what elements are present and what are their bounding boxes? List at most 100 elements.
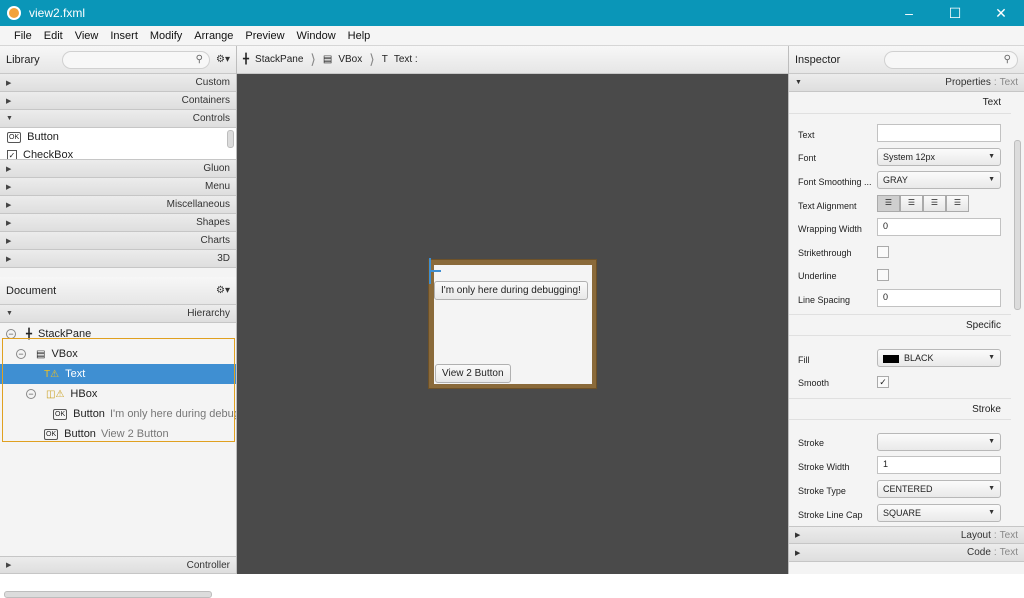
text-section-header: Text xyxy=(789,92,1011,114)
section-label: Code xyxy=(966,547,991,558)
expand-triangle-icon: ▶ xyxy=(6,201,12,209)
collapse-toggle-icon[interactable]: − xyxy=(16,349,26,359)
menu-help[interactable]: Help xyxy=(342,30,377,42)
vbox-preview[interactable]: I'm only here during debugging! View 2 B… xyxy=(434,265,592,384)
ok-button-icon: OK xyxy=(53,408,68,420)
menu-arrange[interactable]: Arrange xyxy=(188,30,239,42)
section-separator: : xyxy=(993,77,997,88)
window-title: view2.fxml xyxy=(29,6,86,20)
library-section-3d[interactable]: ▶ 3D xyxy=(0,250,236,268)
text-value-input[interactable] xyxy=(877,124,1001,142)
gear-icon[interactable]: ⚙▾ xyxy=(216,285,230,296)
properties-section[interactable]: ▼ Properties: Text xyxy=(789,74,1024,92)
library-section-shapes[interactable]: ▶ Shapes xyxy=(0,214,236,232)
hierarchy-horizontal-scrollbar[interactable] xyxy=(4,591,212,598)
fill-select[interactable]: BLACK ▼ xyxy=(877,349,1001,367)
breadcrumb-text[interactable]: T Text : xyxy=(382,54,418,65)
debug-button-preview[interactable]: I'm only here during debugging! xyxy=(434,281,588,300)
library-item-label: CheckBox xyxy=(23,149,74,160)
view-2-button-preview[interactable]: View 2 Button xyxy=(435,364,511,383)
fill-prop-label: Fill xyxy=(798,355,810,365)
tree-node-hbox[interactable]: − ◫⚠ HBox xyxy=(0,384,236,404)
breadcrumb-stackpane[interactable]: ╋ StackPane xyxy=(243,54,303,65)
ok-button-icon: OK xyxy=(44,428,59,440)
align-center-icon[interactable]: ☰ xyxy=(900,195,923,212)
controller-section[interactable]: ▶ Controller xyxy=(0,556,236,574)
underline-checkbox[interactable] xyxy=(877,269,889,281)
library-section-containers[interactable]: ▶ Containers xyxy=(0,92,236,110)
library-section-charts[interactable]: ▶ Charts xyxy=(0,232,236,250)
stroke-width-input[interactable]: 1 xyxy=(877,456,1001,474)
code-section[interactable]: ▶ Code: Text xyxy=(789,544,1024,562)
library-search-input[interactable]: ⚲ xyxy=(62,50,210,69)
left-panel: Library ⚲ ⚙▾ ▶ Custom ▶ Containers ▼ Contro… xyxy=(0,46,237,598)
menu-edit[interactable]: Edit xyxy=(38,30,69,42)
wrapping-width-input[interactable]: 0 xyxy=(877,218,1001,236)
tree-node-debug-button[interactable]: OK Button I'm only here during debugging… xyxy=(0,404,236,424)
breadcrumb-vbox[interactable]: ▤ VBox xyxy=(323,54,362,65)
menu-view[interactable]: View xyxy=(69,30,105,42)
expand-triangle-icon: ▶ xyxy=(6,237,12,245)
tree-node-text[interactable]: T⚠ Text xyxy=(0,364,236,384)
library-section-gluon[interactable]: ▶ Gluon xyxy=(0,160,236,178)
expand-triangle-icon: ▶ xyxy=(6,79,12,87)
font-smoothing-select[interactable]: GRAY ▼ xyxy=(877,171,1001,189)
maximize-button[interactable]: ☐ xyxy=(932,0,978,26)
menu-modify[interactable]: Modify xyxy=(144,30,188,42)
align-justify-icon[interactable]: ☰ xyxy=(946,195,969,212)
library-scrollbar[interactable] xyxy=(227,130,234,148)
app-icon xyxy=(7,6,21,20)
collapse-toggle-icon[interactable]: − xyxy=(26,389,36,399)
section-label: Charts xyxy=(200,235,230,246)
inspector-search-input[interactable]: ⚲ xyxy=(884,50,1018,69)
menu-insert[interactable]: Insert xyxy=(104,30,144,42)
layout-section[interactable]: ▶ Layout: Text xyxy=(789,526,1024,544)
chevron-right-icon: ⟩ xyxy=(369,51,375,67)
minimize-button[interactable]: – xyxy=(886,0,932,26)
menu-preview[interactable]: Preview xyxy=(239,30,290,42)
inspector-scrollbar[interactable] xyxy=(1014,140,1021,310)
expand-triangle-icon: ▶ xyxy=(6,219,12,227)
align-left-icon[interactable]: ☰ xyxy=(877,195,900,212)
stackpane-preview[interactable]: I'm only here during debugging! View 2 B… xyxy=(428,259,597,389)
expand-triangle-icon: ▶ xyxy=(795,549,801,557)
menu-file[interactable]: File xyxy=(8,30,38,42)
stroke-line-cap-select[interactable]: SQUARE ▼ xyxy=(877,504,1001,522)
library-item-button[interactable]: OK Button xyxy=(0,128,236,146)
smooth-prop-label: Smooth xyxy=(798,378,830,388)
gear-icon[interactable]: ⚙▾ xyxy=(216,54,230,65)
breadcrumb-label: VBox xyxy=(338,54,363,65)
library-item-checkbox[interactable]: ✓ CheckBox xyxy=(0,146,236,160)
menu-window[interactable]: Window xyxy=(291,30,342,42)
stroke-type-value: CENTERED xyxy=(883,484,933,494)
stackpane-icon: ╋ xyxy=(26,328,33,340)
tree-node-detail: I'm only here during debugging! xyxy=(109,408,236,420)
hierarchy-section[interactable]: ▼ Hierarchy xyxy=(0,305,236,323)
library-section-controls[interactable]: ▼ Controls xyxy=(0,110,236,128)
stroke-select[interactable]: ▼ xyxy=(877,433,1001,451)
close-button[interactable]: ✕ xyxy=(978,0,1024,26)
section-label: 3D xyxy=(217,253,230,264)
library-title: Library xyxy=(6,53,40,66)
tree-node-label: Button xyxy=(64,428,96,440)
tree-node-vbox[interactable]: − ▤ VBox xyxy=(0,344,236,364)
font-select[interactable]: System 12px ▼ xyxy=(877,148,1001,166)
chevron-right-icon: ⟩ xyxy=(310,51,316,67)
dropdown-arrow-icon: ▼ xyxy=(988,485,995,492)
library-section-menu[interactable]: ▶ Menu xyxy=(0,178,236,196)
fill-value: BLACK xyxy=(904,353,934,363)
smooth-checkbox[interactable]: ✓ xyxy=(877,376,889,388)
line-spacing-input[interactable]: 0 xyxy=(877,289,1001,307)
tree-node-view-button[interactable]: OK Button View 2 Button xyxy=(0,424,236,444)
tree-node-stackpane[interactable]: − ╋ StackPane xyxy=(0,324,236,344)
collapse-toggle-icon[interactable]: − xyxy=(6,329,16,339)
inspector-panel: Inspector ⚲ ▼ Properties: Text Text Text … xyxy=(788,46,1024,574)
document-title: Document xyxy=(6,284,57,297)
strikethrough-checkbox[interactable] xyxy=(877,246,889,258)
stroke-type-select[interactable]: CENTERED ▼ xyxy=(877,480,1001,498)
section-target: Text xyxy=(999,529,1018,541)
align-right-icon[interactable]: ☰ xyxy=(923,195,946,212)
library-section-miscellaneous[interactable]: ▶ Miscellaneous xyxy=(0,196,236,214)
library-section-custom[interactable]: ▶ Custom xyxy=(0,74,236,92)
library-header: Library ⚲ ⚙▾ xyxy=(0,46,236,74)
